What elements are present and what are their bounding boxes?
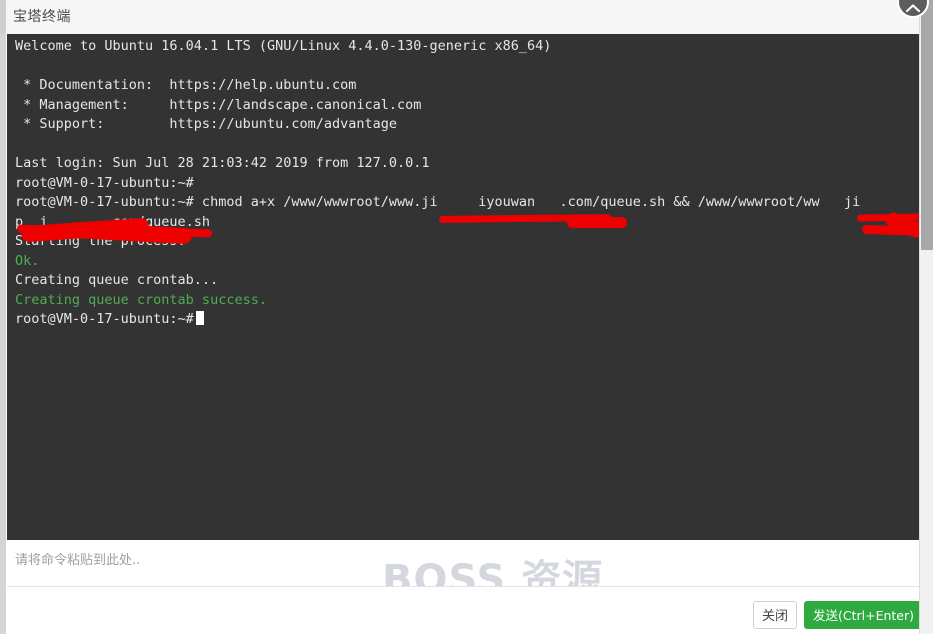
terminal-lines: Welcome to Ubuntu 16.04.1 LTS (GNU/Linux…: [15, 37, 920, 540]
terminal-line: Ok.: [15, 252, 40, 269]
terminal-output[interactable]: Welcome to Ubuntu 16.04.1 LTS (GNU/Linux…: [7, 34, 920, 540]
terminal-cursor: [195, 311, 204, 325]
close-button[interactable]: 关闭: [753, 601, 797, 629]
send-button[interactable]: 发送(Ctrl+Enter): [804, 601, 923, 629]
terminal-line: * Support: https://ubuntu.com/advantage: [15, 116, 398, 132]
terminal-modal: 宝塔终端 Welcome to Ubuntu 16.04.1 LTS (GNU/…: [6, 0, 923, 634]
chevron-up-icon: [905, 4, 921, 13]
terminal-line: * Documentation: https://help.ubuntu.com: [15, 77, 357, 93]
terminal-line: Starting the process.: [15, 233, 186, 249]
page-root: 宝塔终端 Welcome to Ubuntu 16.04.1 LTS (GNU/…: [0, 0, 933, 634]
terminal-line: Last login: Sun Jul 28 21:03:42 2019 fro…: [15, 155, 430, 171]
page-scrollbar-thumb[interactable]: [921, 0, 933, 250]
terminal-line: root@VM-0-17-ubuntu:~# chmod a+x /www/ww…: [15, 194, 885, 210]
terminal-line: Creating queue crontab...: [15, 272, 219, 288]
terminal-line: p j .com/queue.sh: [15, 213, 211, 230]
terminal-line: Welcome to Ubuntu 16.04.1 LTS (GNU/Linux…: [15, 38, 552, 54]
terminal-line: Creating queue crontab success.: [15, 291, 267, 308]
terminal-line: root@VM-0-17-ubuntu:~#: [15, 310, 920, 330]
modal-titlebar: 宝塔终端: [6, 0, 920, 34]
terminal-line: * Management: https://landscape.canonica…: [15, 96, 422, 113]
terminal-line: root@VM-0-17-ubuntu:~#: [15, 174, 194, 191]
page-scrollbar[interactable]: [919, 0, 933, 634]
modal-title: 宝塔终端: [13, 9, 71, 25]
modal-footer: 关闭 发送(Ctrl+Enter): [7, 586, 923, 634]
